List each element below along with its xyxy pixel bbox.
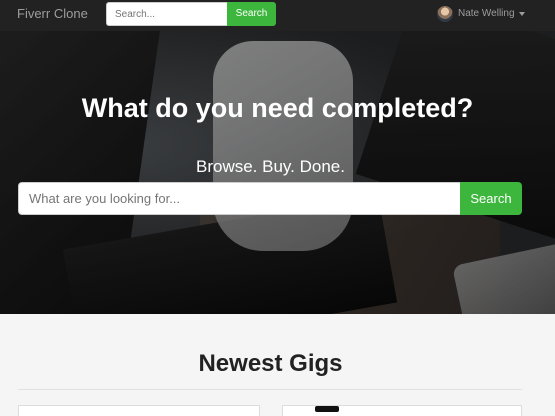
gig-card[interactable] [282,405,522,416]
gig-card[interactable] [18,405,260,416]
brand-link[interactable]: Fiverr Clone [17,6,88,22]
hero-search: Search [18,182,522,215]
user-menu[interactable]: Nate Welling [437,6,525,22]
hero-subtitle: Browse. Buy. Done. [196,157,345,176]
hero-title: What do you need completed? [81,93,474,123]
top-navbar: Fiverr Clone Search Nate Welling [0,0,555,31]
navbar-search-input[interactable] [106,2,227,26]
gig-thumbnail [315,406,339,412]
user-name: Nate Welling [458,8,515,19]
navbar-search: Search [106,2,276,26]
hero-banner: What do you need completed? Browse. Buy.… [0,31,555,314]
hero-search-input[interactable] [18,182,460,215]
navbar-search-button[interactable]: Search [227,2,276,26]
section-divider [18,389,522,390]
hero-search-button[interactable]: Search [460,182,522,215]
section-title: Newest Gigs [198,350,343,377]
avatar [437,6,453,22]
caret-down-icon [518,12,525,16]
